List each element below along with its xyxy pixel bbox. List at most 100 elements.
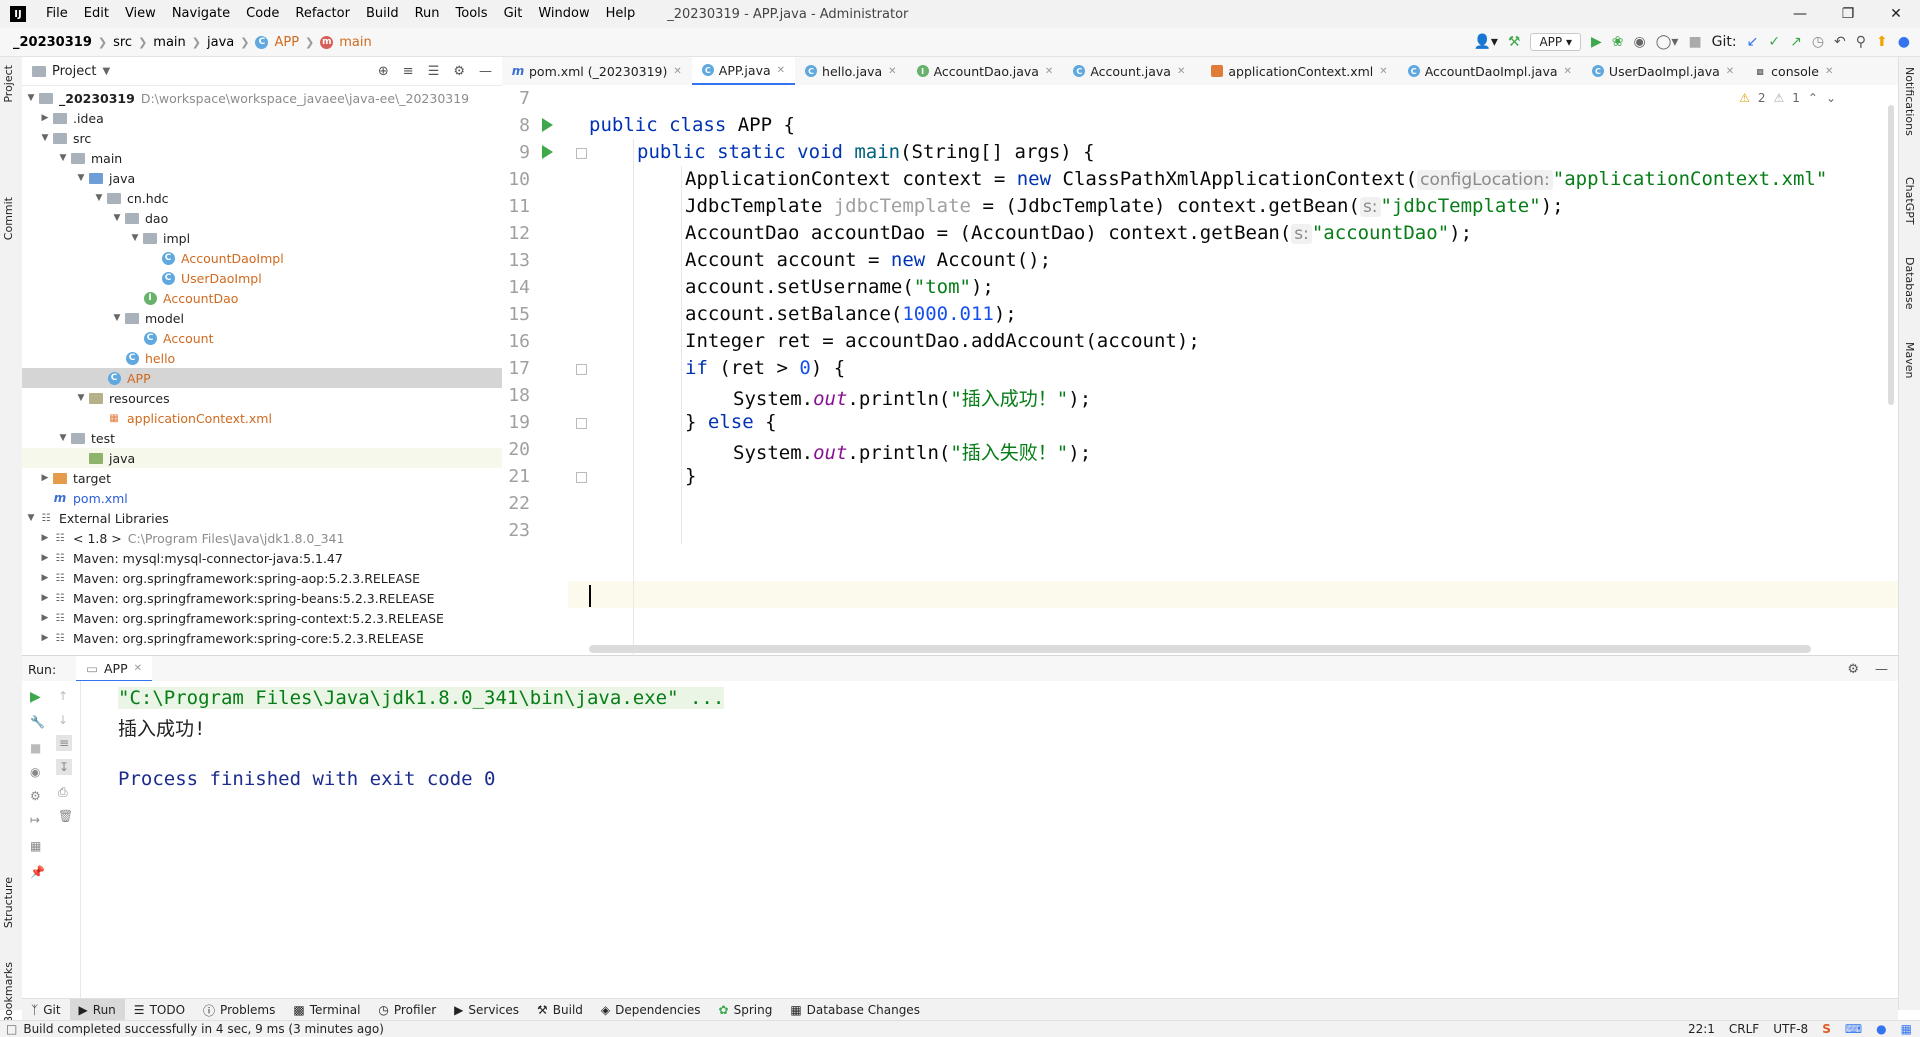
tab-console[interactable]: ▩ console ✕ <box>1744 57 1843 85</box>
breadcrumb-src[interactable]: src <box>110 35 135 50</box>
menu-build[interactable]: Build <box>358 0 407 28</box>
side-tab-database[interactable]: Database <box>1903 257 1916 310</box>
tree-item-hello[interactable]: Chello <box>22 348 502 368</box>
tree-item-lib-context[interactable]: ▶ ☷ Maven: org.springframework:spring-cont… <box>22 608 502 628</box>
close-icon[interactable]: ✕ <box>134 663 142 674</box>
caret-position[interactable]: 22:1 <box>1688 1022 1715 1036</box>
tab-hello[interactable]: Chello.java ✕ <box>795 57 907 85</box>
side-tab-notifications[interactable]: Notifications <box>1903 67 1916 136</box>
tree-item-lib-aop[interactable]: ▶ ☷ Maven: org.springframework:spring-aop:… <box>22 568 502 588</box>
rerun-icon[interactable]: ▶ <box>30 689 41 705</box>
tree-item-accountdao[interactable]: I AccountDao <box>22 288 502 308</box>
chevron-right-icon[interactable]: ▶ <box>38 113 52 123</box>
chevron-right-icon[interactable]: ▶ <box>38 593 52 603</box>
scroll-to-end-icon[interactable]: ↧ <box>56 759 73 775</box>
tree-item-root[interactable]: ▼ _20230319 D:\workspace\workspace_javaee\… <box>22 88 502 108</box>
close-icon[interactable]: ✕ <box>1726 66 1734 77</box>
tool-problems[interactable]: ⓘ Problems <box>194 999 284 1021</box>
soft-wrap-icon[interactable]: ≡ <box>56 735 73 751</box>
fold-icon[interactable] <box>576 418 587 429</box>
microphone-icon[interactable]: ● <box>1876 1022 1886 1036</box>
tree-item-impl[interactable]: ▼ impl <box>22 228 502 248</box>
menu-code[interactable]: Code <box>238 0 287 28</box>
chevron-down-icon[interactable]: ▼ <box>74 173 88 183</box>
close-icon[interactable]: ✕ <box>673 66 681 77</box>
tab-accountdaoimpl[interactable]: C AccountDaoImpl.java ✕ <box>1398 57 1582 85</box>
chevron-down-icon[interactable]: ▼ <box>56 153 70 163</box>
minimize-icon[interactable]: — <box>1776 0 1824 28</box>
gear-icon[interactable]: ⚙ <box>1847 662 1859 677</box>
tree-item-src[interactable]: ▼ src <box>22 128 502 148</box>
tab-app[interactable]: C APP.java ✕ <box>691 57 796 85</box>
chevron-down-icon[interactable]: ▼ <box>128 233 142 243</box>
wrench-icon[interactable]: 🔧 <box>30 715 45 729</box>
camera-icon[interactable]: ◉ <box>30 765 40 779</box>
git-update-icon[interactable]: ↙ <box>1747 34 1759 50</box>
menu-navigate[interactable]: Navigate <box>164 0 238 28</box>
chevron-down-icon[interactable]: ▼ <box>92 193 106 203</box>
horizontal-scrollbar[interactable] <box>589 645 1811 653</box>
breadcrumb-main-method[interactable]: main <box>336 35 374 50</box>
tool-database-changes[interactable]: ▦ Database Changes <box>781 999 929 1021</box>
chevron-down-icon[interactable]: ▼ <box>24 513 38 523</box>
tree-item-account[interactable]: C Account <box>22 328 502 348</box>
chevron-right-icon[interactable]: ▶ <box>38 473 52 483</box>
hide-icon[interactable]: — <box>479 64 492 79</box>
restore-icon[interactable]: ❐ <box>1824 0 1872 28</box>
stop-icon[interactable]: ■ <box>1688 34 1701 50</box>
code-editor[interactable]: ⚠ 2 ⚠ 1 ⌃ ⌄ 7 8 9 10 11 12 13 14 15 16 17 … <box>502 85 1898 655</box>
tree-item-test-java[interactable]: java <box>22 448 502 468</box>
chevron-down-icon[interactable]: ▼ <box>56 433 70 443</box>
tree-item-external-libraries[interactable]: ▼ ☷ External Libraries <box>22 508 502 528</box>
tool-todo[interactable]: ☰ TODO <box>125 999 194 1021</box>
close-icon[interactable]: ✕ <box>777 65 785 76</box>
collapse-all-icon[interactable]: ☰ <box>428 64 440 79</box>
run-gutter-icon[interactable] <box>542 145 553 159</box>
tree-item-resources[interactable]: ▼ resources <box>22 388 502 408</box>
close-icon[interactable]: ✕ <box>1872 0 1920 28</box>
tree-item-dao[interactable]: ▼ dao <box>22 208 502 228</box>
layout-icon[interactable]: ▦ <box>30 839 41 853</box>
chevron-down-icon[interactable]: ▼ <box>110 313 124 323</box>
chevron-right-icon[interactable]: ▶ <box>38 633 52 643</box>
trash-icon[interactable]: 🗑 <box>58 809 73 823</box>
close-icon[interactable]: ✕ <box>1825 66 1833 77</box>
project-panel-title[interactable]: Project <box>52 64 96 79</box>
menu-help[interactable]: Help <box>598 0 644 28</box>
close-icon[interactable]: ✕ <box>888 66 896 77</box>
gear-icon[interactable]: ⚙ <box>453 64 465 79</box>
tree-item-target[interactable]: ▶ target <box>22 468 502 488</box>
run-gutter-icon[interactable] <box>542 118 553 132</box>
git-push-icon[interactable]: ↗ <box>1790 34 1802 50</box>
chevron-down-icon[interactable]: ▼ <box>110 213 124 223</box>
menu-window[interactable]: Window <box>530 0 597 28</box>
file-encoding[interactable]: UTF-8 <box>1773 1022 1808 1036</box>
git-commit-icon[interactable]: ✓ <box>1768 34 1780 50</box>
apps-icon[interactable]: ▦ <box>1901 1022 1912 1036</box>
chevron-down-icon[interactable]: ▼ <box>38 133 52 143</box>
tool-build[interactable]: ⚒ Build <box>528 999 592 1021</box>
tree-item-userdaoimpl[interactable]: C UserDaoImpl <box>22 268 502 288</box>
chevron-up-icon[interactable]: ⌃ <box>1808 91 1818 105</box>
tree-item-test[interactable]: ▼ test <box>22 428 502 448</box>
tool-run[interactable]: ▶ Run <box>69 999 125 1021</box>
menu-run[interactable]: Run <box>407 0 448 28</box>
side-tab-project[interactable]: Project <box>2 65 15 103</box>
fold-icon[interactable] <box>576 148 587 159</box>
menu-edit[interactable]: Edit <box>76 0 117 28</box>
run-icon[interactable]: ▶ <box>1591 34 1602 50</box>
run-tab-app[interactable]: ▭ APP ✕ <box>76 656 153 682</box>
chevron-right-icon[interactable]: ▶ <box>38 533 52 543</box>
tree-item-lib-core[interactable]: ▶ ☷ Maven: org.springframework:spring-core… <box>22 628 502 648</box>
inspection-widget[interactable]: ⚠ 2 ⚠ 1 ⌃ ⌄ <box>1739 91 1836 105</box>
chevron-down-icon[interactable]: ▼ <box>102 66 110 77</box>
git-history-icon[interactable]: ◷ <box>1812 34 1824 50</box>
tool-terminal[interactable]: ▩ Terminal <box>284 999 369 1021</box>
hide-icon[interactable]: — <box>1875 662 1888 677</box>
status-message[interactable]: Build completed successfully in 4 sec, 9… <box>23 1022 384 1036</box>
chevron-right-icon[interactable]: ▶ <box>38 613 52 623</box>
tree-item-java[interactable]: ▼ java <box>22 168 502 188</box>
exit-icon[interactable]: ↦ <box>30 813 40 827</box>
chevron-down-icon[interactable]: ▼ <box>24 93 38 103</box>
breadcrumb-java[interactable]: java <box>204 35 237 50</box>
